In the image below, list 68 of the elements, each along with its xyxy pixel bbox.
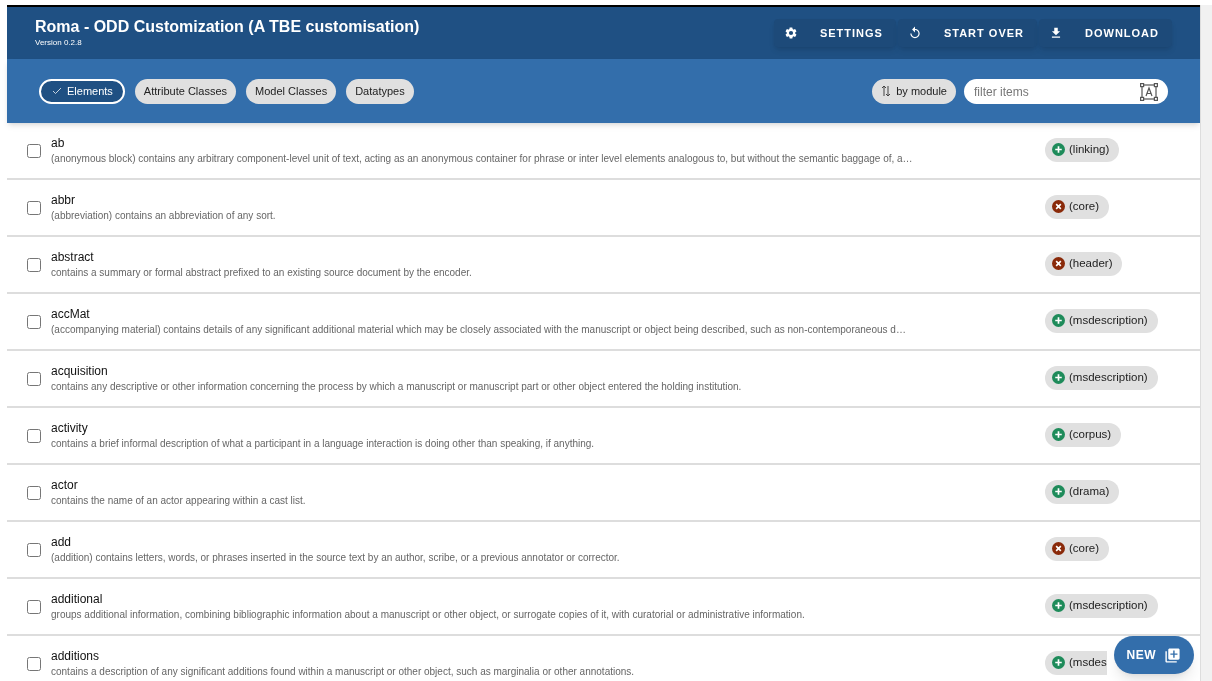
- element-name: add: [51, 533, 72, 550]
- sort-arrows-icon: [881, 85, 892, 97]
- download-icon: [1049, 26, 1063, 40]
- item-checkbox[interactable]: [27, 314, 41, 329]
- text-select-icon: [1140, 82, 1158, 101]
- plus-icon: [1052, 485, 1065, 499]
- add-copy-icon: [1164, 646, 1181, 664]
- filter-chip[interactable]: Datatypes: [346, 78, 414, 104]
- check-icon: [51, 85, 63, 97]
- module-chip[interactable]: (msdescription): [1045, 593, 1158, 618]
- element-name: accMat: [51, 305, 90, 322]
- element-description: (abbreviation) contains an abbreviation of any sort.: [51, 208, 276, 223]
- header-action-button[interactable]: SETTINGS: [773, 19, 896, 47]
- plus-icon: [1052, 599, 1065, 613]
- module-chip[interactable]: (msdescription): [1045, 365, 1158, 390]
- element-name: abstract: [51, 248, 94, 265]
- element-description: contains any descriptive or other information concerning the process by which a manuscript or manuscript part or other object entered the holding institution.: [51, 379, 742, 394]
- item-checkbox[interactable]: [27, 656, 41, 671]
- module-chip[interactable]: (msdes: [1045, 650, 1107, 675]
- element-description: groups additional information, combining bibliographic information about a manuscript or other object, or surrogate copies of it, with curatorial or administrative information.: [51, 607, 805, 622]
- plus-icon: [1052, 314, 1065, 328]
- close-icon: [1052, 200, 1065, 214]
- element-name: ab: [51, 134, 65, 151]
- filter-chip[interactable]: Attribute Classes: [134, 78, 236, 104]
- module-chip[interactable]: (linking): [1045, 137, 1120, 162]
- item-checkbox[interactable]: [27, 200, 41, 215]
- header-action-button[interactable]: DOWNLOAD: [1039, 19, 1172, 47]
- app-title: Roma - ODD Customization (A TBE customisation): [35, 17, 421, 37]
- plus-icon: [1052, 143, 1065, 157]
- filter-chip[interactable]: Elements: [39, 78, 125, 104]
- element-description: contains a brief informal description of what a participant in a language interaction is doing other than speaking, if anything.: [51, 436, 595, 451]
- module-chip[interactable]: (msdescription): [1045, 308, 1158, 333]
- module-chip[interactable]: (drama): [1045, 479, 1120, 504]
- element-name: additional: [51, 590, 103, 607]
- element-description: contains a description of any significant additions found within a manuscript or other object, such as marginalia or other annotations.: [51, 664, 635, 679]
- filter-field[interactable]: filter items: [964, 79, 1168, 104]
- module-chip[interactable]: (corpus): [1045, 422, 1122, 447]
- element-description: (anonymous block) contains any arbitrary component-level unit of text, acting as an anonymous container for phrase or inter level elements analogous to, but without the semantic baggage of, a…: [51, 151, 913, 166]
- sort-chip[interactable]: by module: [872, 78, 956, 104]
- item-checkbox[interactable]: [27, 143, 41, 158]
- element-description: contains the name of an actor appearing within a cast list.: [51, 493, 306, 508]
- item-checkbox[interactable]: [27, 542, 41, 557]
- element-name: acquisition: [51, 362, 108, 379]
- settings-icon: [783, 26, 798, 40]
- element-name: activity: [51, 419, 88, 436]
- element-name: actor: [51, 476, 78, 493]
- element-description: contains a summary or formal abstract prefixed to an existing source document by the encoder.: [51, 265, 472, 280]
- close-icon: [1052, 542, 1065, 556]
- filter-chip[interactable]: Model Classes: [246, 78, 337, 104]
- item-checkbox[interactable]: [27, 257, 41, 272]
- element-description: (accompanying material) contains details of any significant additional material which may be closely associated with the manuscript or object being described, such as non-contemporaneous d…: [51, 322, 906, 337]
- element-name: additions: [51, 647, 100, 664]
- module-chip[interactable]: (core): [1045, 194, 1110, 219]
- element-description: (addition) contains letters, words, or phrases inserted in the source text by an author, scribe, or a previous annotator or corrector.: [51, 550, 620, 565]
- plus-icon: [1052, 656, 1065, 670]
- item-checkbox[interactable]: [27, 485, 41, 500]
- plus-icon: [1052, 371, 1065, 385]
- element-name: abbr: [51, 191, 76, 208]
- new-button[interactable]: NEW: [1113, 636, 1194, 674]
- module-chip[interactable]: (header): [1045, 251, 1123, 276]
- plus-icon: [1052, 428, 1065, 442]
- module-chip[interactable]: (core): [1045, 536, 1110, 561]
- item-checkbox[interactable]: [27, 371, 41, 386]
- item-checkbox[interactable]: [27, 428, 41, 443]
- header-action-button[interactable]: START OVER: [897, 19, 1037, 47]
- close-icon: [1052, 257, 1065, 271]
- item-checkbox[interactable]: [27, 599, 41, 614]
- version-label: Version 0.2.8: [35, 37, 83, 49]
